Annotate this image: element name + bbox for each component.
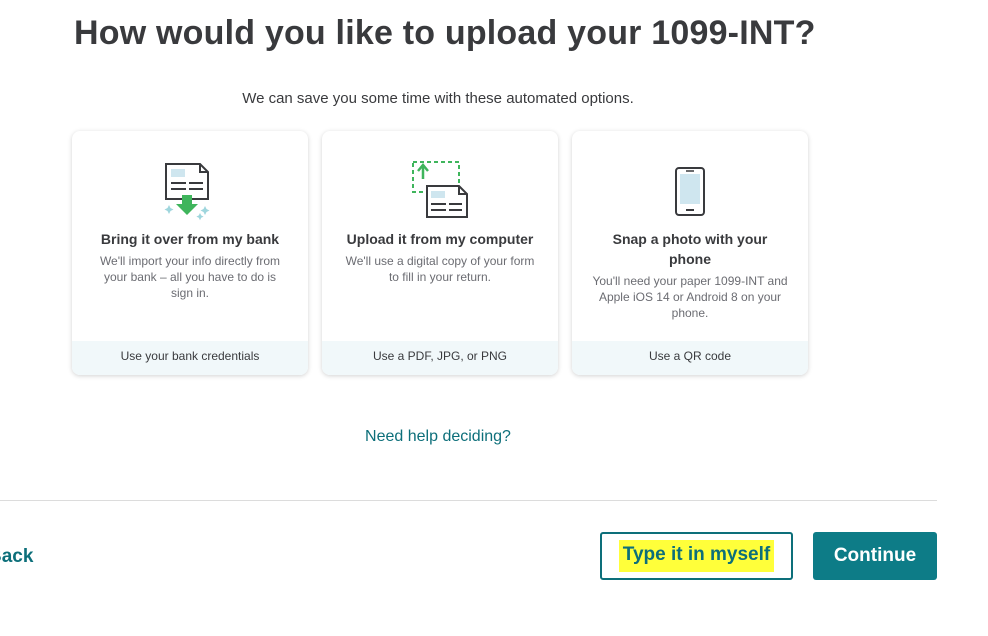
option-title: Upload it from my computer — [346, 231, 534, 247]
page-title: How would you like to upload your 1099-I… — [74, 14, 816, 52]
phone-icon — [572, 167, 808, 229]
option-footer: Use a QR code — [572, 341, 808, 375]
option-card-phone[interactable]: Snap a photo with your phone You'll need… — [572, 131, 808, 375]
need-help-link[interactable]: Need help deciding? — [0, 428, 876, 446]
back-link[interactable]: Back — [0, 546, 33, 568]
bank-import-icon — [72, 159, 308, 221]
footer-divider — [0, 500, 937, 501]
type-it-myself-label: Type it in myself — [618, 540, 775, 572]
option-title: Snap a photo with your phone — [612, 231, 768, 267]
page-subtitle: We can save you some time with these aut… — [242, 90, 634, 107]
option-footer: Use a PDF, JPG, or PNG — [322, 341, 558, 375]
option-description: We'll import your info directly from you… — [99, 254, 281, 300]
type-it-myself-button[interactable]: Type it in myself — [600, 532, 793, 580]
option-footer: Use your bank credentials — [72, 341, 308, 375]
option-card-bank[interactable]: Bring it over from my bank We'll import … — [72, 131, 308, 375]
option-description: We'll use a digital copy of your form to… — [345, 254, 535, 284]
option-card-computer[interactable]: Upload it from my computer We'll use a d… — [322, 131, 558, 375]
option-title: Bring it over from my bank — [100, 231, 280, 247]
continue-button[interactable]: Continue — [813, 532, 937, 580]
option-description: You'll need your paper 1099-INT and Appl… — [592, 274, 788, 320]
computer-upload-icon — [322, 159, 558, 221]
